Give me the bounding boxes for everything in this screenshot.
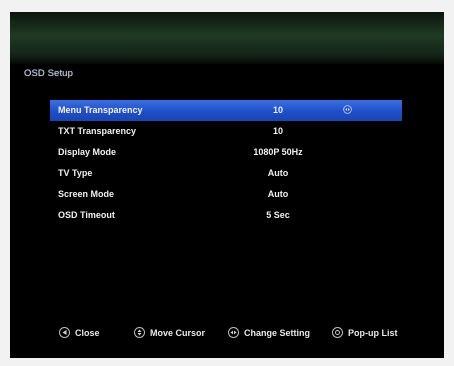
menu-item-label: Menu Transparency [58,105,143,115]
menu-item-display-mode[interactable]: Display Mode 1080P 50Hz [50,142,402,163]
page-title: OSD Setup [24,68,73,79]
menu-item-value: 10 [272,105,284,115]
menu-item-value: Auto [267,189,289,199]
menu-item-value: 5 Sec [266,210,290,220]
hint-change-setting[interactable]: Change Setting [228,327,310,338]
left-right-arrow-icon[interactable] [343,105,352,114]
menu-item-label: TXT Transparency [58,126,137,136]
menu-item-osd-timeout[interactable]: OSD Timeout 5 Sec [50,205,402,226]
menu-item-value: 1080P 50Hz [253,147,303,157]
menu-item-label: OSD Timeout [58,210,115,220]
menu-item-label: TV Type [58,168,93,178]
menu-item-label: Display Mode [58,147,117,157]
menu-item-menu-transparency[interactable]: Menu Transparency 10 [50,100,402,121]
settings-menu: Menu Transparency 10 TXT Transparency 10… [50,100,402,226]
hint-close-label: Close [75,327,100,338]
left-right-icon [228,327,239,338]
menu-item-value: 10 [272,126,284,136]
header-band [10,12,444,64]
hint-popup-list[interactable]: Pop-up List [332,327,398,338]
menu-item-value: Auto [267,168,289,178]
hint-change-setting-label: Change Setting [244,327,311,338]
hint-move-cursor-label: Move Cursor [150,327,206,338]
hint-close[interactable]: Close [59,327,100,338]
menu-item-txt-transparency[interactable]: TXT Transparency 10 [50,121,402,142]
menu-item-label: Screen Mode [58,189,115,199]
ok-icon [332,327,343,338]
menu-item-tv-type[interactable]: TV Type Auto [50,163,402,184]
key-hints-bar: Close Move Cursor Change Setting Pop-up … [10,325,444,345]
hint-popup-list-label: Pop-up List [348,327,398,338]
up-down-icon [134,327,145,338]
hint-move-cursor[interactable]: Move Cursor [134,327,205,338]
exit-icon [59,327,70,338]
osd-setup-screen: OSD Setup Menu Transparency 10 TXT Trans… [10,12,444,358]
menu-item-screen-mode[interactable]: Screen Mode Auto [50,184,402,205]
